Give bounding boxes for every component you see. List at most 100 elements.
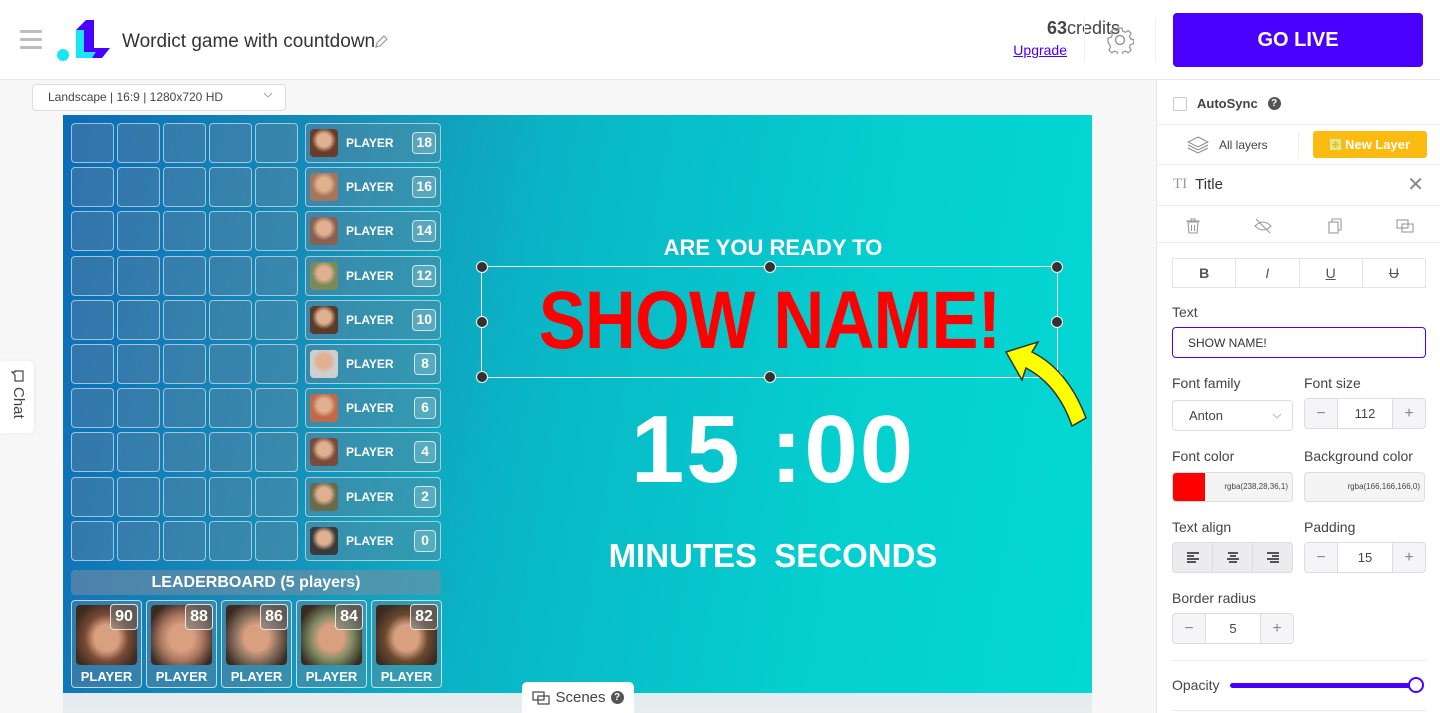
decrement-button[interactable]: − [1305, 543, 1337, 572]
grid-cell [209, 388, 252, 429]
player-row: PLAYER 10 [305, 299, 441, 340]
grid-cell [71, 123, 114, 163]
hide-eye-icon[interactable] [1253, 216, 1273, 236]
all-layers-button[interactable]: All layers [1187, 136, 1268, 154]
border-radius-stepper: − 5 + [1172, 613, 1294, 644]
player-name: PLAYER [346, 180, 394, 195]
resize-handle-top-left[interactable] [476, 261, 488, 273]
scenes-icon[interactable] [1395, 216, 1415, 236]
resize-handle-top-right[interactable] [1051, 261, 1063, 273]
align-center-button[interactable] [1213, 543, 1253, 572]
opacity-slider-thumb[interactable] [1408, 677, 1424, 693]
padding-label: Padding [1304, 519, 1356, 535]
player-row: PLAYER 8 [305, 344, 441, 384]
all-layers-label: All layers [1219, 138, 1268, 152]
grid-cell [209, 476, 252, 517]
underline-button[interactable]: U [1300, 259, 1363, 287]
grid-cell [163, 123, 206, 163]
text-input[interactable]: SHOW NAME! [1172, 327, 1426, 358]
resize-handle-left[interactable] [476, 316, 488, 328]
grid-cell [209, 432, 252, 473]
grid-cell [163, 299, 206, 340]
player-avatar [310, 438, 338, 467]
leaderboard-score: 82 [410, 604, 438, 630]
bold-button[interactable]: B [1173, 259, 1237, 287]
grid-cell [71, 299, 114, 340]
align-right-button[interactable] [1253, 543, 1292, 572]
leaderboard-card: 84 PLAYER [296, 600, 367, 688]
increment-button[interactable]: + [1393, 543, 1425, 572]
grid-cell [117, 388, 160, 429]
grid-cell [71, 211, 114, 252]
player-avatar [310, 305, 338, 334]
grid-cell [117, 344, 160, 384]
player-name: PLAYER [346, 268, 394, 283]
resize-handle-top[interactable] [763, 261, 776, 273]
grid-cell [71, 432, 114, 473]
font-family-value: Anton [1189, 408, 1223, 423]
padding-stepper: − 15 + [1304, 542, 1426, 573]
grid-cell [117, 255, 160, 296]
player-name: PLAYER [346, 401, 394, 416]
scenes-label: Scenes [555, 689, 606, 706]
player-score: 0 [414, 529, 436, 552]
grid-cell [117, 167, 160, 208]
font-family-select[interactable]: Anton [1172, 400, 1293, 431]
player-score: 12 [412, 264, 436, 287]
trash-icon[interactable] [1183, 216, 1203, 236]
font-size-value[interactable]: 112 [1337, 399, 1393, 428]
resize-handle-right[interactable] [1051, 316, 1063, 328]
pencil-icon[interactable] [373, 34, 389, 50]
help-icon[interactable]: ? [1267, 97, 1281, 110]
menu-icon[interactable] [20, 30, 42, 50]
italic-button[interactable]: I [1236, 259, 1300, 287]
background-color-picker[interactable]: rgba(166,166,166,0) [1304, 472, 1425, 502]
increment-button[interactable]: + [1261, 614, 1293, 643]
grid-cell [163, 432, 206, 473]
close-icon[interactable]: ✕ [1407, 175, 1424, 195]
chat-tab[interactable]: Chat [0, 361, 34, 433]
player-row: PLAYER 12 [305, 255, 441, 296]
decrement-button[interactable]: − [1305, 399, 1337, 428]
player-score: 4 [414, 441, 436, 464]
divider [1298, 132, 1299, 158]
duplicate-icon[interactable] [1325, 216, 1345, 236]
font-family-label: Font family [1172, 375, 1241, 391]
layers-icon [1187, 136, 1209, 154]
autosync-checkbox[interactable] [1173, 96, 1187, 111]
player-row: PLAYER 4 [305, 432, 441, 473]
leaderboard-card: 90 PLAYER [71, 600, 142, 688]
opacity-slider[interactable] [1230, 683, 1416, 688]
properties-panel: AutoSync ? All layers New Layer TI Title… [1156, 80, 1440, 713]
player-name: PLAYER [346, 489, 394, 504]
leaderboard-player-name: PLAYER [380, 669, 433, 684]
player-avatar [310, 394, 338, 423]
font-color-picker[interactable]: rgba(238,28,36,1) [1172, 472, 1293, 502]
strikethrough-button[interactable]: U [1363, 259, 1425, 287]
grid-cell [255, 167, 298, 208]
resolution-select[interactable]: Landscape | 16:9 | 1280x720 HD [32, 84, 286, 111]
grid-cell [163, 255, 206, 296]
new-layer-button[interactable]: New Layer [1313, 131, 1427, 158]
go-live-button[interactable]: GO LIVE [1173, 13, 1423, 67]
gear-icon[interactable] [1106, 26, 1134, 54]
stage-canvas[interactable]: PLAYER 18 PLAYER 16 PLAYER 14 PLAYER 12 … [63, 115, 1092, 693]
player-avatar [310, 350, 338, 378]
grid-cell [71, 167, 114, 208]
resize-handle-bottom-left[interactable] [476, 371, 488, 383]
grid-cell [117, 123, 160, 163]
help-icon[interactable]: ? [610, 691, 624, 704]
increment-button[interactable]: + [1393, 399, 1425, 428]
text-layer-icon: TI [1173, 176, 1188, 192]
scenes-tab[interactable]: Scenes ? [522, 682, 634, 713]
padding-value[interactable]: 15 [1337, 543, 1393, 572]
resize-handle-bottom[interactable] [763, 371, 776, 383]
decrement-button[interactable]: − [1173, 614, 1205, 643]
align-left-button[interactable] [1173, 543, 1213, 572]
grid-cell [163, 520, 206, 561]
player-score: 16 [412, 176, 436, 199]
selection-box[interactable] [476, 261, 1063, 383]
upgrade-link[interactable]: Upgrade [960, 42, 1067, 58]
border-radius-value[interactable]: 5 [1205, 614, 1261, 643]
divider [1084, 18, 1085, 62]
